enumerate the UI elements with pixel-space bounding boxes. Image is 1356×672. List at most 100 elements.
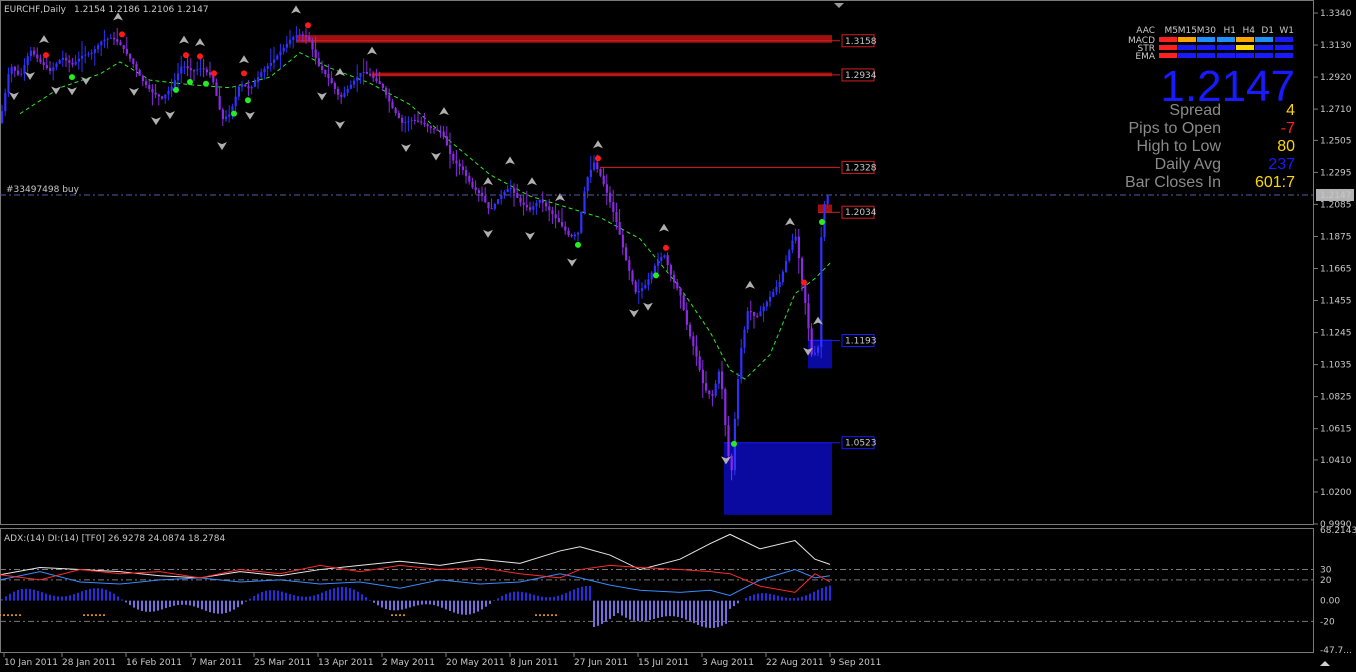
candle-body xyxy=(724,389,727,426)
price-tick-label: 1.2295 xyxy=(1320,168,1352,178)
fractal-up-arrow xyxy=(239,55,249,64)
candle-body xyxy=(826,195,829,204)
candle-body xyxy=(148,84,151,89)
candle-body xyxy=(493,203,496,209)
price-tick-label: 1.0615 xyxy=(1320,425,1352,435)
candle-body xyxy=(356,76,359,81)
candle-body xyxy=(177,73,180,81)
candle-body xyxy=(701,369,704,384)
candle-body xyxy=(692,336,695,347)
time-tick-label: 3 Aug 2011 xyxy=(702,658,754,668)
signal-cell xyxy=(1159,45,1177,50)
signal-cell xyxy=(1236,45,1254,50)
buy-signal-dot xyxy=(575,241,581,248)
candle-body xyxy=(801,258,804,281)
level-zone xyxy=(296,35,832,43)
candle-body xyxy=(167,90,170,95)
candle-body xyxy=(695,346,698,357)
fractal-down-arrow xyxy=(643,302,653,311)
candle-body xyxy=(593,162,596,170)
candle-body xyxy=(538,199,541,203)
candle-body xyxy=(221,109,224,120)
signal-cell xyxy=(1275,37,1293,42)
candle-body xyxy=(138,69,141,76)
candle-body xyxy=(20,73,23,75)
candle-body xyxy=(634,281,637,293)
buy-signal-dot xyxy=(187,78,193,85)
candle-body xyxy=(196,69,199,71)
candle-body xyxy=(522,202,525,205)
candle-body xyxy=(621,234,624,248)
fractal-down-arrow xyxy=(9,92,19,101)
indicator-dot xyxy=(535,614,537,617)
candle-body xyxy=(727,425,730,456)
candle-body xyxy=(391,101,394,109)
signal-cell xyxy=(1217,45,1235,50)
candle-body xyxy=(93,49,96,53)
candle-body xyxy=(237,86,240,97)
fractal-down-arrow xyxy=(151,117,161,126)
time-tick-label: 28 Jan 2011 xyxy=(62,658,116,668)
candle-body xyxy=(209,72,212,76)
candle-body xyxy=(45,65,48,69)
indicator-dot xyxy=(391,614,393,617)
candle-body xyxy=(33,50,36,55)
candle-body xyxy=(49,68,52,71)
candle-body xyxy=(820,237,823,348)
candle-body xyxy=(471,181,474,188)
indicator-header: ADX:(14) DI:(14) [TF0] 26.9278 24.0874 1… xyxy=(4,534,226,544)
fractal-up-arrow xyxy=(505,156,515,165)
candle-body xyxy=(781,271,784,283)
chart-symbol: EURCHF,Daily xyxy=(4,5,67,15)
candle-body xyxy=(119,42,122,46)
indicator-shift-marker xyxy=(1320,661,1330,666)
time-axis[interactable]: 10 Jan 2011 28 Jan 2011 16 Feb 2011 7 Mar 2… xyxy=(3,652,881,668)
buy-signal-dot xyxy=(173,86,179,93)
candle-body xyxy=(295,35,298,37)
candle-body xyxy=(189,68,192,71)
candle-body xyxy=(141,75,144,82)
signal-cell xyxy=(1178,37,1196,42)
chart-shift-marker[interactable] xyxy=(834,3,844,8)
candle-body xyxy=(474,187,477,191)
time-tick-label: 16 Feb 2011 xyxy=(126,658,182,668)
indicator-tick-label: 0.00 xyxy=(1320,597,1340,607)
candle-body xyxy=(241,84,244,87)
candle-body xyxy=(170,86,173,91)
candle-body xyxy=(749,311,752,313)
sell-signal-dot xyxy=(241,70,247,77)
fractal-down-arrow xyxy=(67,87,77,96)
order-label[interactable]: #33497498 buy xyxy=(6,185,80,195)
signal-cell xyxy=(1217,53,1235,58)
candle-body xyxy=(452,153,455,161)
candle-body xyxy=(257,77,260,82)
candle-body xyxy=(157,94,160,97)
candle-body xyxy=(653,265,656,273)
indicator-dot xyxy=(19,614,21,617)
buy-signal-dot xyxy=(245,97,251,104)
sell-signal-dot xyxy=(801,279,807,286)
fractal-up-arrow xyxy=(593,140,603,149)
signal-cell xyxy=(1178,53,1196,58)
price-tick-label: 1.1245 xyxy=(1320,329,1352,339)
candle-body xyxy=(609,192,612,203)
candle-body xyxy=(273,59,276,63)
price-chart[interactable]: 1.3158 1.2934 1.2328 1.2034 1.1193 1.0523 #33… xyxy=(0,0,1356,672)
price-tick-label: 1.2920 xyxy=(1320,73,1352,83)
candle-body xyxy=(404,121,407,123)
candle-body xyxy=(673,274,676,283)
candle-body xyxy=(813,352,816,355)
candle-body xyxy=(84,54,87,56)
candle-body xyxy=(385,87,388,95)
candle-body xyxy=(26,56,29,65)
candle-body xyxy=(605,184,608,193)
fractal-up-arrow xyxy=(785,217,795,226)
candle-body xyxy=(666,255,669,265)
price-axis[interactable]: 1.3340 1.3130 1.2920 1.2710 1.2505 1.2295 1.20… xyxy=(1314,9,1352,530)
candle-body xyxy=(317,58,320,66)
candle-body xyxy=(362,71,365,73)
indicator-axis: 68.2143 3020 0.00 -20 -47.7... xyxy=(1320,526,1356,656)
sell-signal-dot xyxy=(595,155,601,162)
candle-body xyxy=(567,230,570,236)
candle-body xyxy=(573,234,576,237)
